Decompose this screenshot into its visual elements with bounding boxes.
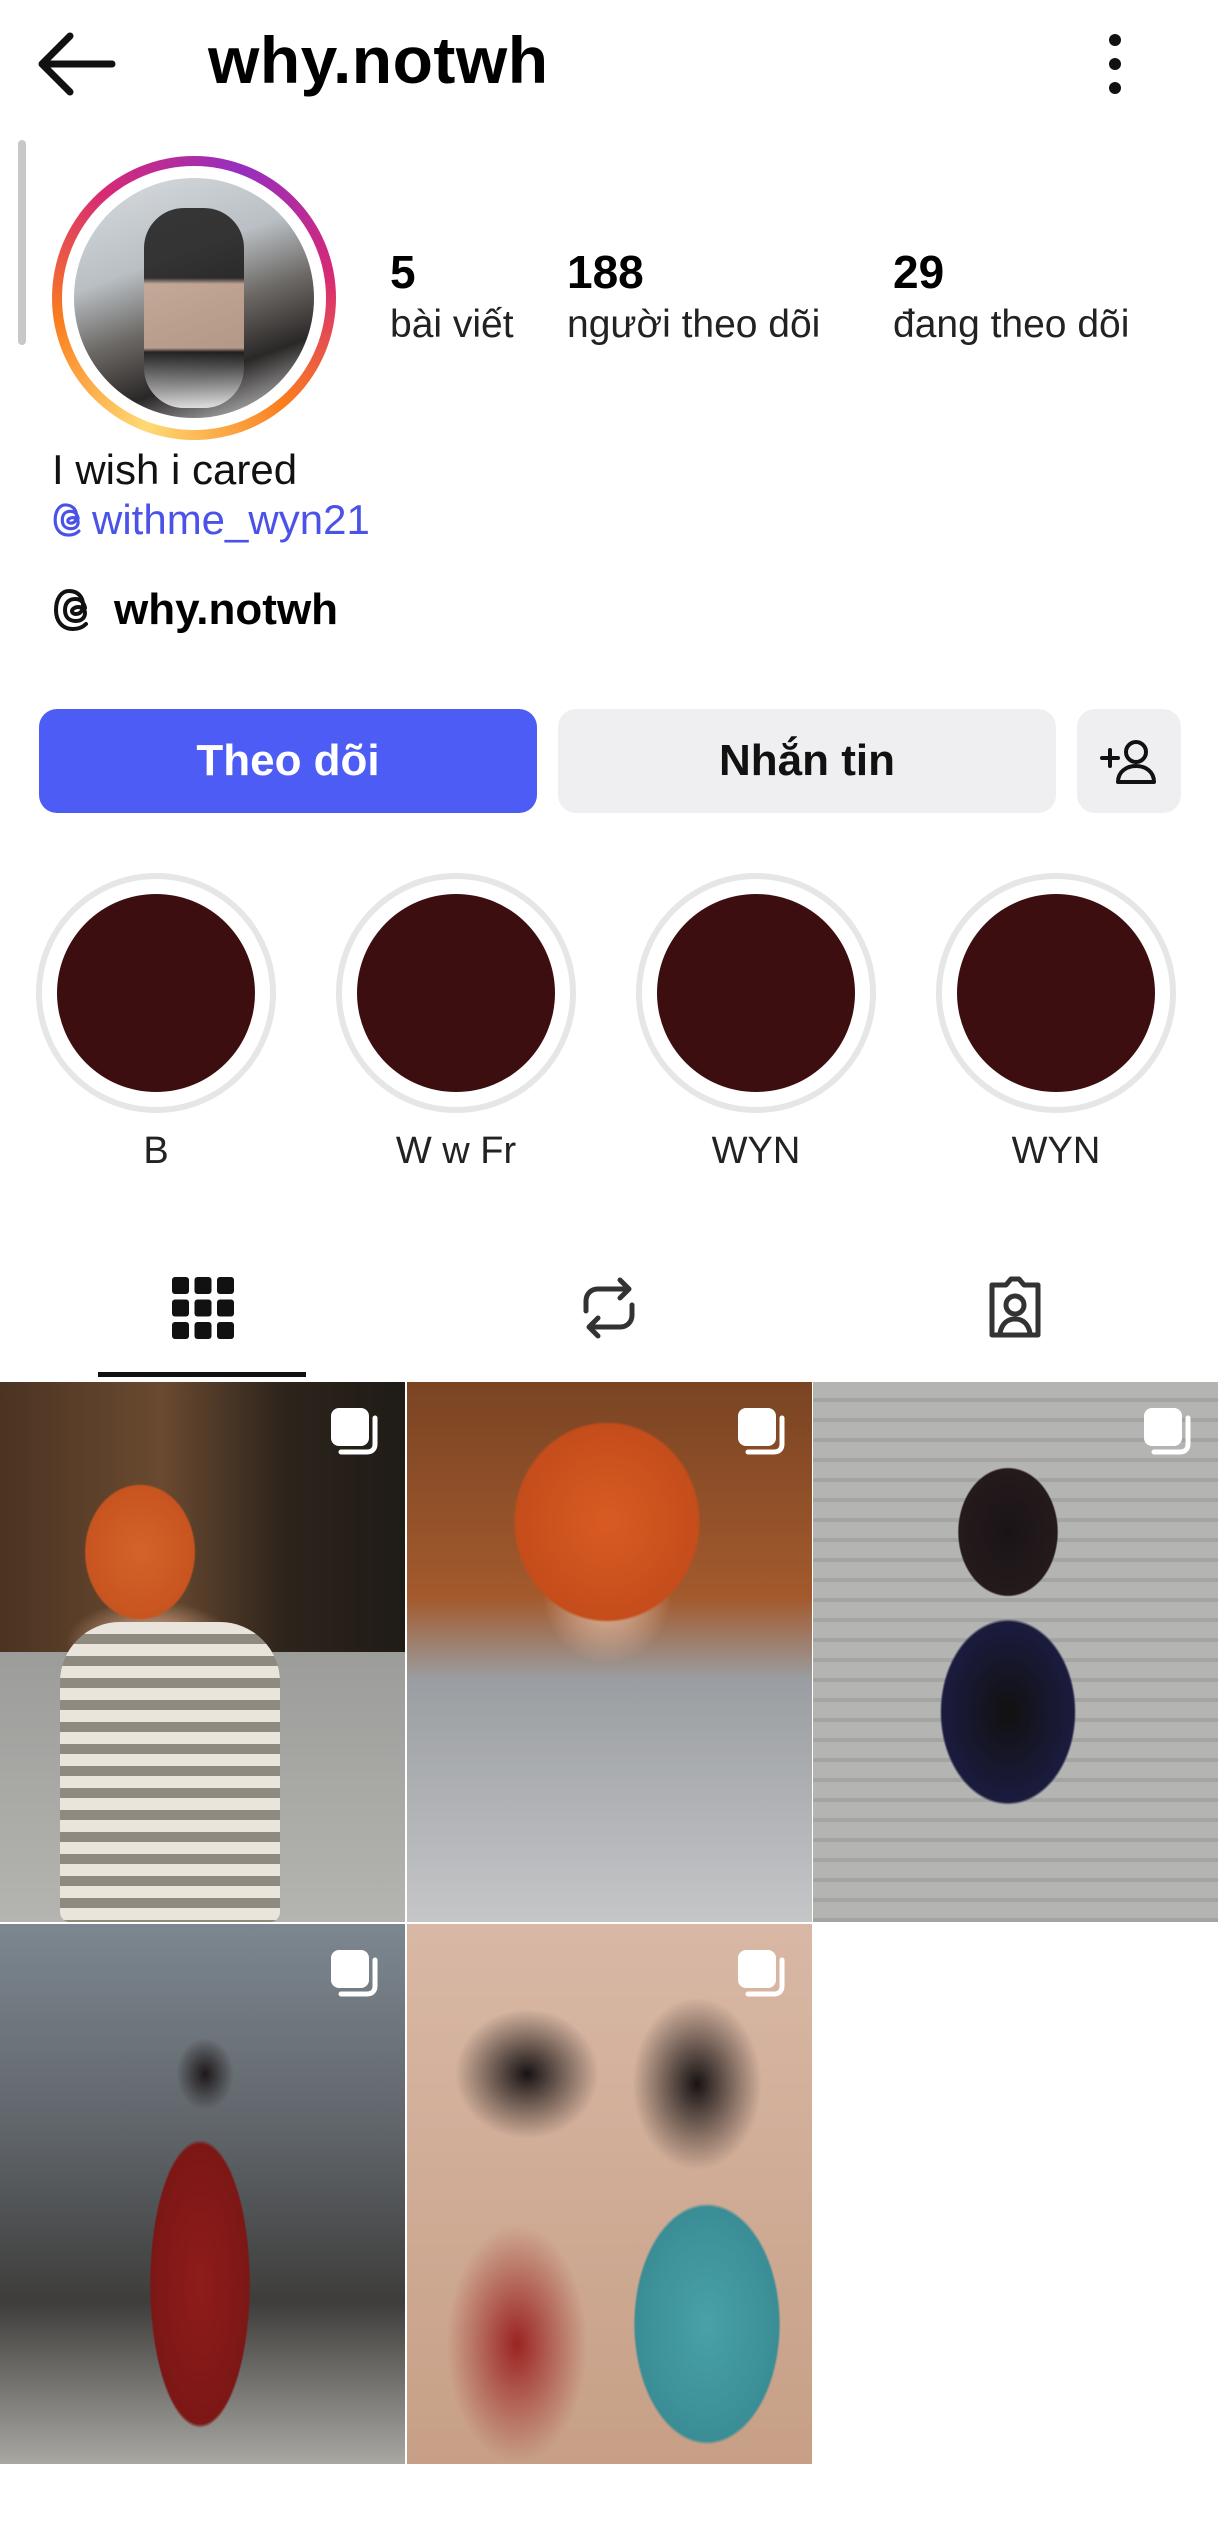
bio-text: I wish i cared	[52, 446, 298, 493]
highlight-cover	[357, 894, 555, 1092]
tab-tagged[interactable]	[812, 1235, 1218, 1380]
highlight-label: WYN	[1011, 1130, 1101, 1172]
threads-icon	[53, 588, 88, 632]
post-thumbnail[interactable]	[407, 1924, 812, 2464]
highlight-label: B	[143, 1130, 169, 1172]
carousel-icon	[1144, 1408, 1191, 1455]
followers-label: người theo dõi	[567, 303, 821, 346]
highlight-cover	[957, 894, 1155, 1092]
scrollbar[interactable]	[18, 140, 26, 345]
threads-small-icon	[53, 503, 81, 537]
post-thumbnail[interactable]	[0, 1382, 405, 1922]
top-bar: why.notwh	[0, 0, 1219, 130]
tagged-person-icon	[989, 1276, 1041, 1337]
story-highlight[interactable]: WYN	[636, 873, 876, 1173]
bio-link-text[interactable]: withme_wyn21	[92, 496, 370, 544]
carousel-icon	[738, 1950, 785, 1997]
back-arrow-icon[interactable]	[34, 28, 118, 100]
threads-badge[interactable]: why.notwh	[52, 585, 338, 635]
posts-label: bài viết	[390, 303, 514, 346]
highlight-label: WYN	[711, 1130, 801, 1172]
repost-icon	[583, 1277, 635, 1338]
following-stat[interactable]: 29 đang theo dõi	[893, 244, 1129, 350]
tab-reposts[interactable]	[406, 1235, 812, 1380]
suggested-users-button[interactable]	[1077, 709, 1181, 813]
posts-count: 5	[390, 246, 416, 298]
post-thumbnail[interactable]	[407, 1382, 812, 1922]
follow-button[interactable]: Theo dõi	[39, 709, 537, 813]
story-ring[interactable]	[52, 156, 336, 440]
following-label: đang theo dõi	[893, 303, 1130, 346]
story-highlight[interactable]: W w Fr	[336, 873, 576, 1173]
more-options-icon[interactable]	[1090, 28, 1140, 100]
profile-tabs	[0, 1235, 1219, 1380]
posts-stat[interactable]: 5 bài viết	[390, 244, 514, 350]
bio-threads-link[interactable]: withme_wyn21	[52, 496, 370, 544]
highlight-label: W w Fr	[395, 1130, 517, 1172]
carousel-icon	[331, 1950, 378, 1997]
post-thumbnail[interactable]	[813, 1382, 1218, 1922]
carousel-icon	[331, 1408, 378, 1455]
grid-icon	[172, 1276, 234, 1339]
tab-grid[interactable]	[0, 1235, 406, 1380]
active-tab-indicator	[98, 1372, 306, 1377]
story-highlight[interactable]: B	[36, 873, 276, 1173]
post-thumbnail[interactable]	[0, 1924, 405, 2464]
highlight-cover	[57, 894, 255, 1092]
threads-username: why.notwh	[114, 585, 339, 634]
following-count: 29	[893, 246, 945, 298]
add-user-icon	[1100, 740, 1156, 784]
avatar[interactable]	[74, 178, 314, 418]
message-button[interactable]: Nhắn tin	[558, 709, 1056, 813]
carousel-icon	[738, 1408, 785, 1455]
highlight-cover	[657, 894, 855, 1092]
story-highlight[interactable]: WYN	[936, 873, 1176, 1173]
followers-stat[interactable]: 188 người theo dõi	[567, 244, 820, 350]
page-title: why.notwh	[208, 23, 549, 97]
followers-count: 188	[567, 246, 644, 298]
